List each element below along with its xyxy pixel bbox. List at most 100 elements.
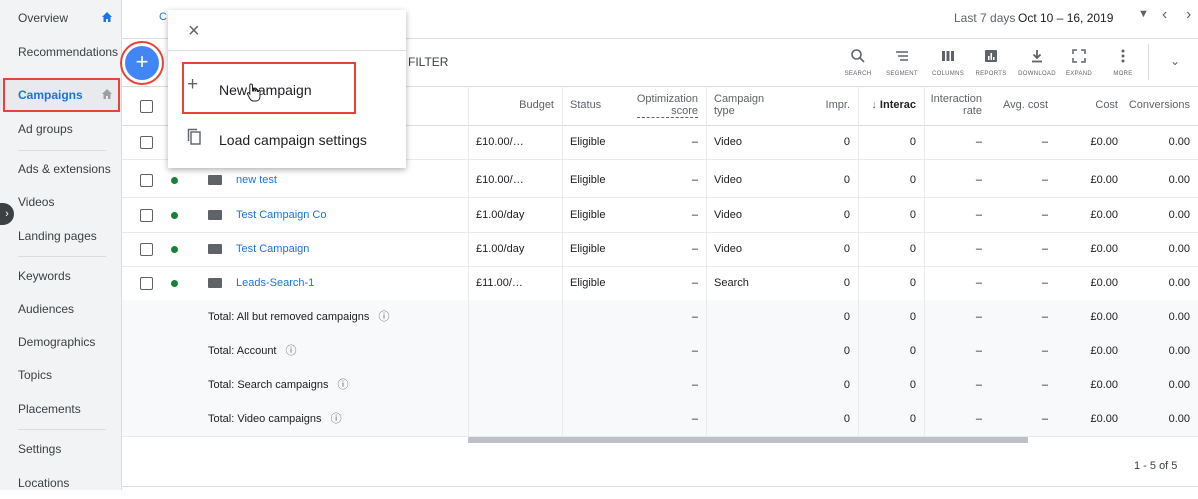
sidebar-item-settings[interactable]: Settings [0, 433, 121, 465]
sidebar-item-topics[interactable]: Topics [0, 359, 121, 391]
col-interactions[interactable]: ↓ Interac [858, 86, 924, 124]
cell-budget: £10.00/… [476, 136, 524, 148]
cell-irate: – [975, 413, 982, 425]
cell-avg: – [1041, 136, 1048, 148]
tool-label: MORE [1113, 71, 1133, 77]
cell-cost: £0.00 [1090, 345, 1118, 357]
sidebar-item-ads-extensions[interactable]: Ads & extensions [0, 153, 121, 185]
cell-irate: – [975, 209, 982, 221]
column-divider [562, 86, 563, 436]
search-tool[interactable]: SEARCH [835, 48, 881, 77]
load-campaign-settings-label: Load campaign settings [219, 132, 367, 148]
row-checkbox[interactable] [140, 174, 153, 187]
row-checkbox[interactable] [140, 277, 153, 290]
total-label-text: Total: All but removed campaigns [208, 311, 370, 323]
status-enabled-dot[interactable] [171, 177, 178, 184]
sidebar-item-recommendations[interactable]: Recommendations [0, 36, 121, 68]
col-avg-cost[interactable]: Avg. cost [990, 86, 1056, 124]
col-impressions[interactable]: Impr. [782, 86, 858, 124]
help-icon[interactable]: ⓘ [334, 379, 349, 391]
select-all-checkbox[interactable] [140, 100, 153, 113]
sidebar-item-overview[interactable]: Overview [0, 2, 121, 34]
campaigns-highlight [3, 78, 120, 112]
date-range-value[interactable]: Oct 10 – 16, 2019 [1018, 11, 1113, 25]
col-status[interactable]: Status [562, 86, 624, 124]
cell-inter: 0 [909, 379, 916, 391]
col-conversions[interactable]: Conversions [1126, 86, 1198, 124]
sidebar-item-placements[interactable]: Placements [0, 393, 121, 425]
header-label: score [636, 105, 698, 118]
header-label: Campaign [714, 93, 765, 105]
date-dropdown-icon[interactable]: ▼ [1138, 8, 1149, 20]
cell-budget: £1.00/day [476, 209, 525, 221]
help-icon[interactable]: ⓘ [328, 413, 342, 425]
table-row[interactable]: Test Campaign Co £1.00/day Eligible – Video 0… [122, 198, 1198, 233]
row-checkbox[interactable] [140, 243, 153, 256]
cell-cost: £0.00 [1090, 379, 1118, 391]
cell-opt: – [691, 345, 698, 357]
tool-label: SEGMENT [886, 71, 918, 77]
campaign-name-link[interactable]: Test Campaign [228, 232, 448, 266]
next-period-icon[interactable]: › [1186, 6, 1191, 24]
toolbar-divider [1148, 44, 1149, 80]
campaign-name-link[interactable]: Leads-Search-1 [228, 266, 448, 300]
download-tool[interactable]: DOWNLOAD [1014, 48, 1060, 77]
cell-budget: £10.00/… [476, 174, 524, 186]
cell-avg: – [1041, 209, 1048, 221]
cell-conv: 0.00 [1168, 311, 1190, 323]
help-icon[interactable]: ⓘ [283, 345, 297, 357]
home-icon [102, 12, 112, 22]
status-enabled-dot[interactable] [171, 280, 178, 287]
col-budget[interactable]: Budget [468, 86, 562, 124]
sidebar-item-audiences[interactable]: Audiences [0, 293, 121, 325]
col-cost[interactable]: Cost [1056, 86, 1126, 124]
columns-tool[interactable]: COLUMNS [925, 48, 971, 77]
expand-tool[interactable]: EXPAND [1056, 48, 1102, 77]
chevron-down-icon[interactable]: ⌄ [1170, 54, 1180, 68]
col-optimization-score[interactable]: Optimization score [624, 86, 706, 124]
sidebar-item-label: Landing pages [18, 229, 97, 243]
sidebar-item-demographics[interactable]: Demographics [0, 326, 121, 358]
sidebar-item-landing-pages[interactable]: Landing pages [0, 220, 121, 252]
total-row: Total: Video campaigns ⓘ – 0 0 – – £0.00 0.00 [122, 402, 1198, 437]
status-enabled-dot[interactable] [171, 212, 178, 219]
more-tool[interactable]: MORE [1100, 48, 1146, 77]
table-row[interactable]: Test Campaign £1.00/day Eligible – Video 0 0 – –… [122, 232, 1198, 267]
cell-impr: 0 [843, 311, 850, 323]
column-divider [858, 86, 859, 436]
cell-status: Eligible [570, 174, 606, 186]
row-checkbox[interactable] [140, 136, 153, 149]
campaign-name-link[interactable]: Test Campaign Co [228, 198, 448, 232]
chevron-right-icon: › [5, 208, 9, 220]
col-campaign-type[interactable]: Campaign type [706, 86, 782, 124]
cell-inter: 0 [909, 277, 916, 289]
col-interaction-rate[interactable]: Interaction rate [924, 86, 990, 124]
tab-campaigns[interactable]: C [159, 11, 167, 23]
header-label: Impr. [825, 99, 850, 111]
table-row[interactable]: new test £10.00/… Eligible – Video 0 0 – – £0.00 0… [122, 163, 1198, 198]
cell-avg: – [1041, 379, 1048, 391]
cell-type: Video [714, 243, 742, 255]
previous-period-icon[interactable]: ‹ [1162, 6, 1167, 24]
header-label: Optimization [636, 92, 698, 105]
horizontal-scrollbar[interactable] [468, 437, 1028, 443]
reports-tool[interactable]: REPORTS [968, 48, 1014, 77]
total-row: Total: All but removed campaigns ⓘ – 0 0 – – £… [122, 300, 1198, 335]
segment-tool[interactable]: SEGMENT [879, 48, 925, 77]
sidebar-item-keywords[interactable]: Keywords [0, 260, 121, 292]
filter-label[interactable]: FILTER [408, 55, 448, 69]
table-row[interactable]: Leads-Search-1 £11.00/… Eligible – Search 0 0 –… [122, 266, 1198, 301]
status-enabled-dot[interactable] [171, 246, 178, 253]
row-checkbox[interactable] [140, 209, 153, 222]
help-icon[interactable]: ⓘ [375, 311, 389, 323]
close-icon[interactable]: × [188, 20, 200, 43]
campaign-name-link[interactable]: new test [228, 163, 448, 197]
sidebar-item-locations[interactable]: Locations [0, 467, 121, 499]
sidebar-item-ad-groups[interactable]: Ad groups [0, 113, 121, 145]
sidebar-item-label: Ads & extensions [18, 162, 111, 176]
load-campaign-settings-item[interactable]: Load campaign settings [168, 122, 406, 162]
sidebar-item-videos[interactable]: Videos [0, 186, 121, 218]
new-campaign-highlight [182, 62, 356, 114]
cell-impr: 0 [843, 209, 850, 221]
sidebar-item-label: Settings [18, 442, 62, 456]
